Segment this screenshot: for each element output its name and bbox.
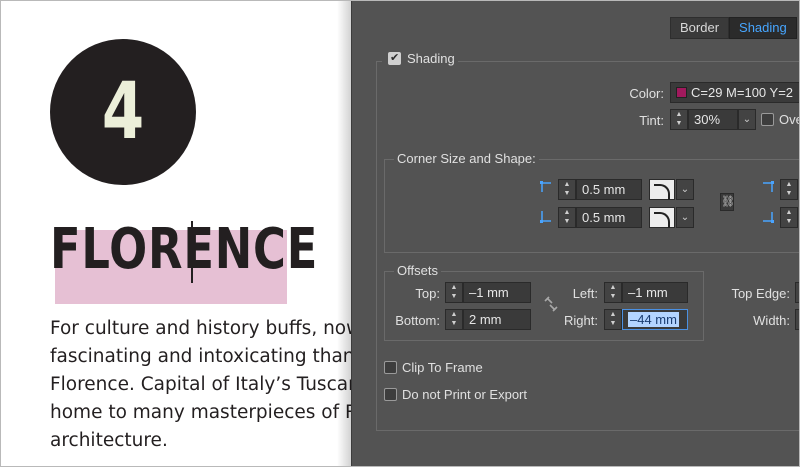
number-badge: 4 [101,67,145,157]
top-left-corner-icon [540,181,551,192]
overprint-label: Ove [779,112,799,127]
stepper-down-icon: ▼ [785,218,793,225]
offset-bottom-input[interactable]: 2 mm [463,309,531,330]
chevron-down-icon: ⌄ [742,114,752,125]
color-swatch [676,87,687,98]
tint-input[interactable]: 30% [688,109,738,130]
stepper-up-icon: ▲ [785,181,793,188]
shading-label: Shading [407,51,455,66]
stepper-down-icon: ▼ [785,190,793,197]
stepper-down-icon: ▼ [563,218,571,225]
top-edge-label: Top Edge: [731,286,790,301]
stepper-up-icon: ▲ [609,311,617,318]
corner-group [384,159,799,253]
text-cursor [191,221,193,283]
tint-stepper[interactable]: ▲ ▼ [670,109,688,130]
offset-bottom-stepper[interactable]: ▲ ▼ [445,309,463,330]
tab-bar: Border Shading [670,17,797,39]
offset-left-input[interactable]: –1 mm [622,282,688,303]
corner-shape-top-button[interactable] [649,179,675,200]
tint-label: Tint: [639,113,664,128]
stepper-down-icon: ▼ [450,320,458,327]
stepper-up-icon: ▲ [675,111,683,118]
screenshot-frame: 4 FLORENCE For culture and history buffs… [0,0,800,467]
offset-right-stepper[interactable]: ▲ ▼ [604,309,622,330]
stepper-up-icon: ▲ [450,284,458,291]
no-print-label: Do not Print or Export [402,387,527,402]
offset-top-stepper[interactable]: ▲ ▼ [445,282,463,303]
offset-top-input[interactable]: –1 mm [463,282,531,303]
color-dropdown[interactable]: C=29 M=100 Y=2 [670,82,799,103]
corner-shape-bottom-dropdown[interactable]: ⌄ [676,207,694,228]
color-label: Color: [629,86,664,101]
stepper-up-icon: ▲ [450,311,458,318]
corner-bottom-stepper[interactable]: ▲ ▼ [558,207,576,228]
corner-topright-stepper[interactable]: ▲ ▼ [780,179,798,200]
chevron-down-icon: ⌄ [680,184,690,195]
number-circle: 4 [50,39,196,185]
offset-right-input[interactable]: –44 mm [622,309,688,330]
shading-group-header: Shading [382,51,458,66]
offset-top-label: Top: [415,286,440,301]
offset-left-stepper[interactable]: ▲ ▼ [604,282,622,303]
document-page: 4 FLORENCE For culture and history buffs… [1,1,371,466]
corner-shape-bottom-button[interactable] [649,207,675,228]
offset-bottom-label: Bottom: [395,313,440,328]
stepper-down-icon: ▼ [609,320,617,327]
offset-left-label: Left: [572,286,598,301]
no-print-checkbox[interactable] [384,388,397,401]
offsets-section-label: Offsets [394,263,441,278]
corner-section-label: Corner Size and Shape: [394,151,539,166]
shading-checkbox[interactable] [388,51,401,65]
link-corners-icon[interactable]: ⛓ [720,193,735,211]
chevron-down-icon: ⌄ [680,212,690,223]
tab-shading[interactable]: Shading [729,17,797,39]
stepper-up-icon: ▲ [785,209,793,216]
corner-bottom-input[interactable]: 0.5 mm [576,207,642,228]
corner-shape-top-dropdown[interactable]: ⌄ [676,179,694,200]
stepper-down-icon: ▼ [609,293,617,300]
stepper-down-icon: ▼ [450,293,458,300]
clip-to-frame-checkbox[interactable] [384,361,397,374]
corner-top-stepper[interactable]: ▲ ▼ [558,179,576,200]
stepper-down-icon: ▼ [675,120,683,127]
stepper-down-icon: ▼ [563,190,571,197]
stepper-up-icon: ▲ [609,284,617,291]
stepper-up-icon: ▲ [563,209,571,216]
overprint-checkbox[interactable] [761,113,774,126]
offset-right-value: –44 mm [628,312,679,327]
width-label: Width: [753,313,790,328]
top-right-corner-icon [763,181,774,192]
paragraph-border-shading-dialog: Border Shading Shading Color: C=29 M=100… [351,1,799,466]
page-title[interactable]: FLORENCE [50,217,318,282]
color-value: C=29 M=100 Y=2 [691,85,794,100]
tab-border[interactable]: Border [670,17,730,39]
clip-to-frame-label: Clip To Frame [402,360,483,375]
tint-dropdown-button[interactable]: ⌄ [738,109,756,130]
width-dropdown[interactable] [795,309,799,330]
bottom-left-corner-icon [540,211,551,223]
top-edge-dropdown[interactable] [795,282,799,303]
corner-top-input[interactable]: 0.5 mm [576,179,642,200]
stepper-up-icon: ▲ [563,181,571,188]
corner-bottomright-stepper[interactable]: ▲ ▼ [780,207,798,228]
bottom-right-corner-icon [763,212,774,223]
offset-right-label: Right: [564,313,598,328]
